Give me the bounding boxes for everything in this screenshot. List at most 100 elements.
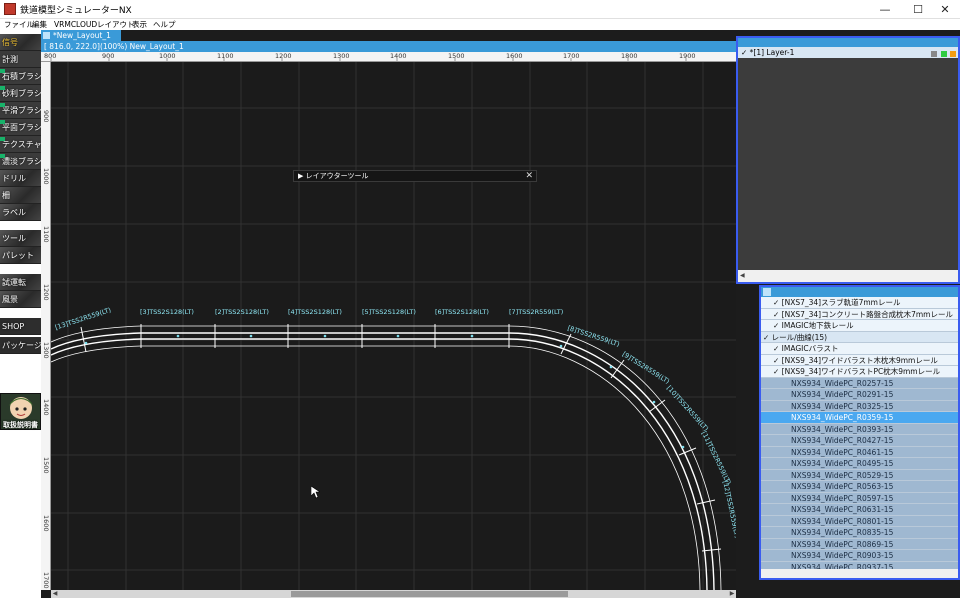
tool-indicator-icon	[0, 120, 5, 124]
parts-item[interactable]: NXS934_WidePC_R0291-15	[761, 389, 958, 401]
parts-label: NXS934_WidePC_R0257-15	[791, 378, 894, 388]
tool-flat-brush[interactable]: 平滑ブラシ	[0, 102, 41, 119]
minimize-button[interactable]: —	[870, 0, 900, 19]
menu-view[interactable]: 表示	[132, 19, 147, 30]
parts-label: [NXS9_34]ワイドバラストPC枕木9mmレール	[781, 367, 941, 376]
expand-check-icon[interactable]: ✓	[773, 344, 782, 353]
tool-indicator-icon	[0, 154, 5, 158]
panel-menu-icon[interactable]	[763, 288, 771, 296]
tool-drill[interactable]: ドリル	[0, 170, 41, 187]
parts-group[interactable]: ✓ [NXS9_34]ワイドバラストPC枕木9mmレール	[761, 366, 958, 378]
menu-help[interactable]: ヘルプ	[153, 19, 176, 30]
parts-item[interactable]: NXS934_WidePC_R0869-15	[761, 538, 958, 550]
tool-tool[interactable]: ツール	[0, 230, 41, 247]
layouter-tool-bar[interactable]: ▶ レイアウターツール ✕	[293, 170, 537, 182]
expand-check-icon[interactable]: ✓	[773, 367, 782, 376]
parts-group[interactable]: ✓ [NXS7_34]スラブ軌道7mmレール	[761, 297, 958, 309]
mouse-cursor-icon	[311, 486, 320, 499]
parts-item[interactable]: NXS934_WidePC_R0359-15	[761, 412, 958, 424]
scroll-right-icon[interactable]: ▶	[728, 590, 736, 598]
parts-label: NXS934_WidePC_R0529-15	[791, 470, 894, 480]
parts-item[interactable]: NXS934_WidePC_R0529-15	[761, 469, 958, 481]
check-icon[interactable]: ✓	[741, 48, 750, 57]
scroll-left-icon[interactable]: ◀	[761, 579, 766, 580]
parts-item[interactable]: NXS934_WidePC_R0461-15	[761, 446, 958, 458]
tool-texture[interactable]: テクスチャ	[0, 136, 41, 153]
color-icon[interactable]	[950, 51, 956, 57]
tool-palette-button[interactable]: パレット	[0, 247, 41, 264]
tab-label: *New_Layout_1	[53, 31, 111, 40]
tool-indicator-icon	[0, 69, 5, 73]
tool-label[interactable]: ラベル	[0, 204, 41, 221]
expand-check-icon[interactable]: ✓	[773, 321, 782, 330]
parts-item[interactable]: NXS934_WidePC_R0563-15	[761, 481, 958, 493]
tool-indicator-icon	[0, 137, 5, 141]
scroll-thumb[interactable]	[291, 591, 568, 597]
tool-measure[interactable]: 計測	[0, 51, 41, 68]
scroll-left-icon[interactable]: ◀	[51, 590, 59, 598]
menu-edit[interactable]: 編集	[32, 19, 47, 30]
parts-group[interactable]: ✓ IMAGIC地下鉄レール	[761, 320, 958, 332]
tool-rock-brush[interactable]: 石積ブラシ	[0, 68, 41, 85]
parts-label: [NXS7_34]スラブ軌道7mmレール	[781, 298, 901, 307]
parts-item[interactable]: NXS934_WidePC_R0631-15	[761, 504, 958, 516]
track-label: [2]TSS2S128(LT)	[215, 308, 269, 316]
menu-file[interactable]: ファイル	[4, 19, 34, 30]
tool-texture-label: テクスチャ	[2, 140, 41, 149]
expand-check-icon[interactable]: ✓	[773, 356, 782, 365]
track-label: [4]TSS2S128(LT)	[288, 308, 342, 316]
close-button[interactable]: ✕	[930, 0, 960, 19]
horizontal-scrollbar[interactable]: ◀ ▶	[51, 590, 736, 598]
parts-item[interactable]: NXS934_WidePC_R0495-15	[761, 458, 958, 470]
parts-item[interactable]: NXS934_WidePC_R0325-15	[761, 400, 958, 412]
layer-row[interactable]: ✓ *[1] Layer-1	[738, 47, 958, 58]
parts-item[interactable]: NXS934_WidePC_R0903-15	[761, 550, 958, 562]
expand-check-icon[interactable]: ✓	[773, 310, 782, 319]
parts-group[interactable]: ✓ [NXS9_34]ワイドバラスト木枕木9mmレール	[761, 354, 958, 366]
parts-item[interactable]: NXS934_WidePC_R0393-15	[761, 423, 958, 435]
tool-test-run[interactable]: 試運転	[0, 274, 41, 291]
tool-signal[interactable]: 信号	[0, 34, 41, 51]
parts-category[interactable]: ✓ レール/曲線(15)	[761, 331, 958, 343]
parts-label: IMAGICバラスト	[781, 344, 839, 353]
parts-panel: ✓ [NXS7_34]スラブ軌道7mmレール ✓ [NXS7_34]コンクリート路…	[759, 285, 960, 580]
parts-label: IMAGIC地下鉄レール	[781, 321, 854, 330]
tool-gravel-brush[interactable]: 砂利ブラシ	[0, 85, 41, 102]
parts-group[interactable]: ✓ [NXS7_34]コンクリート路盤合成枕木7mmレール	[761, 308, 958, 320]
ruler-label: 1100	[42, 226, 50, 243]
parts-label: NXS934_WidePC_R0835-15	[791, 528, 894, 537]
tab-new-layout[interactable]: *New_Layout_1	[41, 30, 121, 41]
maximize-button[interactable]: ☐	[903, 0, 933, 19]
ruler-ticks	[50, 58, 687, 61]
parts-item[interactable]: NXS934_WidePC_R0427-15	[761, 435, 958, 447]
tool-level-brush[interactable]: 平面ブラシ	[0, 119, 41, 136]
expand-check-icon[interactable]: ✓	[773, 298, 782, 307]
tool-shop[interactable]: SHOP	[0, 318, 41, 335]
parts-label: [NXS9_34]ワイドバラスト木枕木9mmレール	[781, 355, 938, 365]
parts-group[interactable]: ✓ IMAGICバラスト	[761, 343, 958, 355]
parts-item[interactable]: NXS934_WidePC_R0801-15	[761, 515, 958, 527]
visible-icon[interactable]	[940, 51, 947, 57]
close-icon[interactable]: ✕	[525, 171, 533, 181]
parts-item[interactable]: NXS934_WidePC_R0835-15	[761, 527, 958, 539]
tool-gravel-brush-label: 砂利ブラシ	[2, 89, 41, 98]
tool-haze-brush[interactable]: 濃淡ブラシ	[0, 153, 41, 170]
parts-item[interactable]: NXS934_WidePC_R0597-15	[761, 492, 958, 504]
menu-vrmcloud[interactable]: VRMCLOUD	[54, 19, 97, 30]
tool-fence[interactable]: 柵	[0, 187, 41, 204]
expand-arrow-icon[interactable]: ▶	[298, 172, 306, 180]
track-label: [6]TSS2S128(LT)	[435, 308, 489, 316]
layout-canvas[interactable]: [3]TSS2S128(LT) [2]TSS2S128(LT) [4]TSS2S…	[51, 62, 736, 590]
menu-layout[interactable]: レイアウト	[97, 19, 135, 30]
scroll-left-icon[interactable]: ◀	[740, 272, 745, 279]
parts-item[interactable]: NXS934_WidePC_R0257-15	[761, 377, 958, 389]
parts-label: NXS934_WidePC_R0903-15	[791, 551, 894, 560]
vertical-ruler: 900 1000 1100 1200 1300 1400 1500 1600 1…	[41, 62, 51, 590]
parts-label: NXS934_WidePC_R0495-15	[791, 459, 894, 468]
tool-scenery[interactable]: 風景	[0, 291, 41, 308]
parts-label: NXS934_WidePC_R0291-15	[791, 390, 894, 399]
tool-package[interactable]: パッケージ	[0, 337, 41, 354]
lock-icon[interactable]	[931, 51, 938, 57]
tool-indicator-icon	[0, 103, 5, 107]
expand-check-icon[interactable]: ✓	[763, 333, 772, 342]
